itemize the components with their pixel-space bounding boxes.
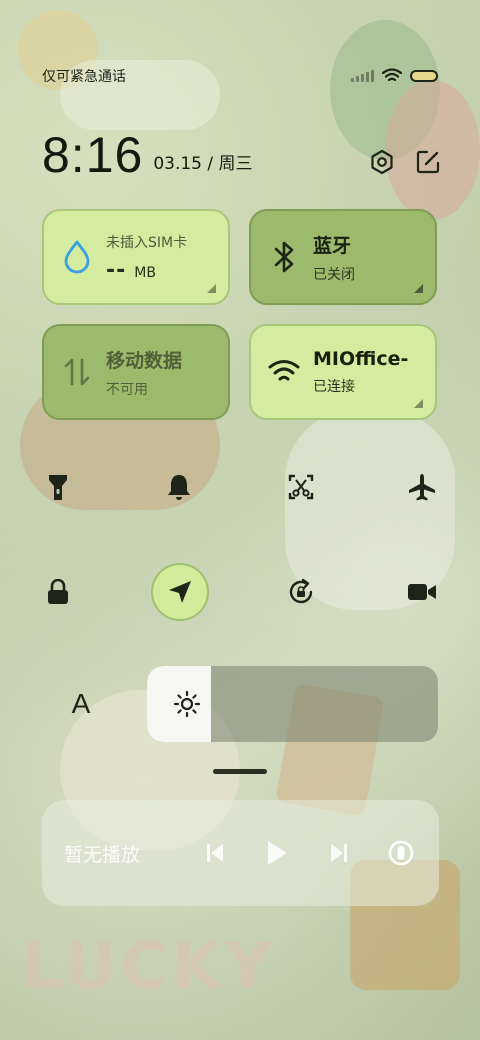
flashlight-icon[interactable] (30, 459, 86, 515)
sim-tile-title: 未插入SIM卡 (106, 234, 188, 251)
location-icon[interactable] (150, 563, 209, 621)
bluetooth-tile-status: 已关闭 (313, 266, 355, 283)
wifi-icon (267, 359, 301, 385)
tile-expand-indicator (207, 284, 216, 293)
brightness-slider[interactable] (147, 666, 438, 742)
cast-icon[interactable] (385, 837, 417, 869)
edit-icon[interactable] (414, 148, 442, 176)
tile-expand-indicator[interactable] (414, 399, 423, 408)
brightness-row: A (60, 666, 440, 742)
mobile-data-tile-texts: 移动数据 不可用 (106, 346, 182, 399)
wifi-tile[interactable]: MIOffice- 已连接 (249, 324, 437, 420)
mobile-data-tile[interactable]: 移动数据 不可用 (42, 324, 230, 420)
sim-tile-value: -- MB (106, 258, 187, 283)
status-bar: 仅可紧急通话 (0, 58, 480, 94)
clock-header: 8:16 03.15 / 周三 (42, 120, 442, 180)
bell-icon[interactable] (151, 459, 207, 515)
carrier-status-text: 仅可紧急通话 (42, 69, 126, 85)
wifi-tile-title: MIOffice- (313, 348, 409, 370)
bluetooth-tile-title: 蓝牙 (313, 234, 352, 257)
previous-icon[interactable] (199, 837, 231, 869)
clock-date[interactable]: 03.15 / 周三 (153, 149, 252, 174)
sim-data-tile[interactable]: 未插入SIM卡 -- MB (42, 209, 230, 305)
data-arrows-icon (60, 356, 94, 388)
header-actions (368, 148, 442, 176)
sim-tile-texts: 未插入SIM卡 -- MB (106, 232, 187, 283)
sim-usage-value: -- (106, 257, 127, 283)
bluetooth-tile-texts: 蓝牙 已关闭 (313, 231, 355, 284)
video-camera-icon[interactable] (394, 564, 450, 620)
media-title: 暂无播放 (64, 843, 141, 866)
status-icons (351, 68, 438, 84)
water-drop-icon (60, 239, 94, 275)
play-icon[interactable] (261, 837, 293, 869)
sun-icon (173, 690, 201, 718)
mobile-data-tile-title: 移动数据 (106, 349, 183, 372)
mobile-data-tile-status: 不可用 (106, 381, 148, 398)
signal-icon (351, 70, 374, 82)
drag-handle[interactable] (213, 769, 267, 774)
airplane-icon[interactable] (394, 459, 450, 515)
auto-brightness-toggle[interactable]: A (60, 688, 102, 720)
media-player-card[interactable]: 暂无播放 (42, 800, 439, 906)
clock-time: 8:16 (42, 127, 144, 183)
wifi-tile-texts: MIOffice- 已连接 (313, 348, 408, 396)
battery-icon (410, 70, 438, 82)
quick-toggles-row-2 (30, 563, 450, 621)
media-controls (199, 837, 417, 869)
settings-icon[interactable] (368, 148, 396, 176)
next-icon[interactable] (323, 837, 355, 869)
wifi-tile-status: 已连接 (313, 379, 355, 395)
sim-usage-unit: MB (134, 264, 156, 281)
tile-expand-indicator[interactable] (414, 284, 423, 293)
quick-toggles-row-1 (30, 459, 450, 515)
rotation-lock-icon[interactable] (273, 564, 329, 620)
bluetooth-icon (267, 240, 301, 274)
wifi-icon (382, 68, 402, 82)
wallpaper-lucky-lettering: LUCKY (22, 930, 276, 1004)
lock-icon[interactable] (30, 564, 86, 620)
bluetooth-tile[interactable]: 蓝牙 已关闭 (249, 209, 437, 305)
screenshot-icon[interactable] (273, 459, 329, 515)
